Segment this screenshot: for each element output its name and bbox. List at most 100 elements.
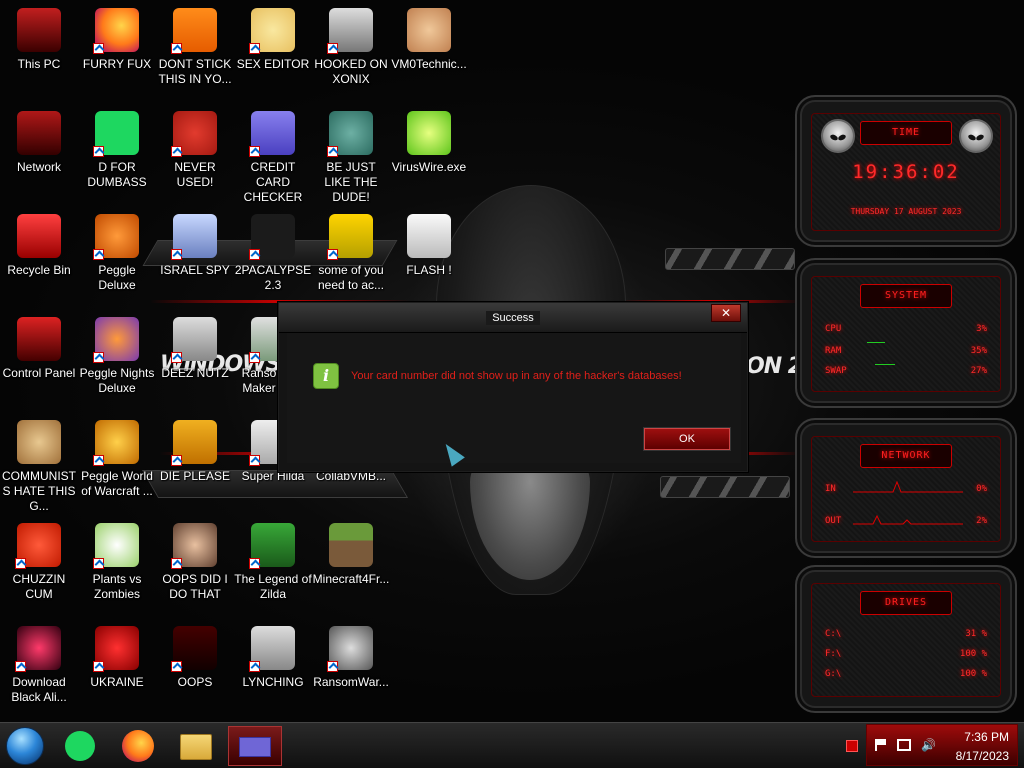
desktop-icon-vm0technic[interactable]: VM0Technic...	[390, 8, 468, 72]
desktop-icon-label: The Legend of Zilda	[234, 572, 312, 601]
zelda-icon	[249, 523, 295, 569]
desktop-icon-hooked-on-xonix[interactable]: HOOKED ON XONIX	[312, 8, 390, 87]
shortcut-arrow-icon	[93, 43, 104, 54]
desktop-icon-oops-did-i-do-that[interactable]: OOPS DID I DO THAT	[156, 523, 234, 602]
drive-g-value: 100 %	[959, 669, 987, 679]
desktop-icon-credit-card-checker[interactable]: CREDIT CARD CHECKER	[234, 111, 312, 205]
taskbar-explorer-button[interactable]	[174, 726, 218, 766]
desktop-icon-ransomwar[interactable]: RansomWar...	[312, 626, 390, 690]
shortcut-arrow-icon	[249, 661, 260, 672]
network-graph	[853, 480, 963, 525]
desktop-icon-plants-vs-zombies[interactable]: Plants vs Zombies	[78, 523, 156, 602]
alien-icon	[821, 119, 855, 153]
desktop-icon-chuzzin-cum[interactable]: CHUZZIN CUM	[0, 523, 78, 602]
desktop-icon-label: 2PACALYPSE 2.3	[234, 263, 312, 292]
peggle-icon	[93, 214, 139, 260]
desktop-icon-label: D FOR DUMBASS	[87, 160, 147, 189]
shortcut-arrow-icon	[327, 661, 338, 672]
shortcut-arrow-icon	[15, 661, 26, 672]
desktop-icon-furry-fux[interactable]: FURRY FUX	[78, 8, 156, 72]
ok-button[interactable]: OK	[643, 427, 731, 451]
clock-time[interactable]: 7:36 PM	[964, 730, 1009, 744]
desktop-icon-never-used[interactable]: NEVER USED!	[156, 111, 234, 190]
shortcut-arrow-icon	[93, 352, 104, 363]
desktop-icon-peggle-world-of-warcraft[interactable]: Peggle World of Warcraft ...	[78, 420, 156, 499]
desktop-icon-network[interactable]: Network	[0, 111, 78, 175]
dialog-close-button[interactable]: ✕	[711, 304, 741, 322]
wallpaper-stripes	[660, 476, 790, 498]
network-tray-icon[interactable]	[897, 739, 911, 751]
shortcut-arrow-icon	[93, 661, 104, 672]
flag-icon[interactable]	[875, 739, 887, 751]
desktop-icon-the-legend-of-zilda[interactable]: The Legend of Zilda	[234, 523, 312, 602]
peggle-wow-icon	[93, 420, 139, 466]
shortcut-arrow-icon	[249, 352, 260, 363]
rope-icon	[249, 626, 295, 672]
swap-value: 27%	[970, 366, 987, 376]
clock-date[interactable]: 8/17/2023	[956, 749, 1009, 763]
skull-icon	[327, 626, 373, 672]
copy-icon	[171, 317, 217, 363]
start-button[interactable]	[6, 727, 44, 765]
desktop-icon-label: VM0Technic...	[391, 57, 467, 71]
desktop-icon-flash[interactable]: FLASH !	[390, 214, 468, 278]
desktop-icon-die-please[interactable]: DIE PLEASE	[156, 420, 234, 484]
terminal-icon	[249, 214, 295, 260]
taskbar-spotify-button[interactable]	[58, 726, 102, 766]
cpu-row: CPU 3%	[825, 324, 987, 336]
notification-icon[interactable]	[846, 740, 858, 752]
desktop-icon-label: OOPS DID I DO THAT	[162, 572, 228, 601]
dev-cpp-icon	[171, 111, 217, 157]
desktop-icon-label: LYNCHING	[242, 675, 304, 689]
firefox-icon	[122, 730, 154, 762]
desktop-icon-viruswire-exe[interactable]: VirusWire.exe	[390, 111, 468, 175]
volume-icon[interactable]: 🔊	[921, 738, 936, 752]
shortcut-arrow-icon	[171, 43, 182, 54]
desktop-icon-peggle-deluxe[interactable]: Peggle Deluxe	[78, 214, 156, 293]
drive-c-row: C:\ 31 %	[825, 629, 987, 641]
dialog-titlebar[interactable]: Success ✕	[279, 303, 747, 333]
shortcut-arrow-icon	[249, 249, 260, 260]
minecraft-icon	[329, 523, 373, 567]
desktop-icon-label: UKRAINE	[90, 675, 144, 689]
desktop-icon-deez-nutz[interactable]: DEEZ NUTZ	[156, 317, 234, 381]
firefox-icon	[93, 8, 139, 54]
black-alien-icon	[15, 626, 61, 672]
control-panel-icon	[17, 317, 61, 361]
cpu-value: 3%	[976, 324, 987, 334]
portrait-icon	[171, 523, 217, 569]
desktop-icon-ukraine[interactable]: UKRAINE	[78, 626, 156, 690]
drive-c-label: C:\	[825, 629, 842, 639]
desktop-icon-peggle-nights-deluxe[interactable]: Peggle Nights Deluxe	[78, 317, 156, 396]
lime-icon	[407, 111, 451, 155]
desktop-icon-label: FURRY FUX	[82, 57, 152, 71]
desktop-icon-this-pc[interactable]: This PC	[0, 8, 78, 72]
desktop-icon-dont-stick-this-in-yo[interactable]: DONT STICK THIS IN YO...	[156, 8, 234, 87]
desktop-icon-download-black-ali[interactable]: Download Black Ali...	[0, 626, 78, 705]
desktop-icon-lynching[interactable]: LYNCHING	[234, 626, 312, 690]
desktop-icon-2pacalypse-2-3[interactable]: 2PACALYPSE 2.3	[234, 214, 312, 293]
taskbar-firefox-button[interactable]	[116, 726, 160, 766]
drive-f-value: 100 %	[959, 649, 987, 659]
taskbar-credit-card-button[interactable]	[228, 726, 282, 766]
desktop-icon-communists-hate-this-g[interactable]: COMMUNISTS HATE THIS G...	[0, 420, 78, 514]
net-in-value: 0%	[976, 484, 987, 494]
alien-icon	[959, 119, 993, 153]
desktop-icon-oops[interactable]: OOPS	[156, 626, 234, 690]
desktop-icon-sex-editor[interactable]: SEX EDITOR	[234, 8, 312, 72]
desktop-icon-minecraft4fr[interactable]: Minecraft4Fr...	[312, 523, 390, 587]
desktop-icon-some-of-you-need-to-ac[interactable]: some of you need to ac...	[312, 214, 390, 293]
drive-g-label: G:\	[825, 669, 842, 679]
de-icon	[171, 420, 217, 466]
dialog-body: i Your card number did not show up in an…	[287, 333, 741, 463]
widget-date: THURSDAY 17 AUGUST 2023	[850, 207, 962, 216]
net-out-value: 2%	[976, 516, 987, 526]
desktop-icon-israel-spy[interactable]: ISRAEL SPY	[156, 214, 234, 278]
desktop-icon-be-just-like-the-dude[interactable]: BE JUST LIKE THE DUDE!	[312, 111, 390, 205]
desktop-icon-d-for-dumbass[interactable]: D FOR DUMBASS	[78, 111, 156, 190]
desktop-icon-control-panel[interactable]: Control Panel	[0, 317, 78, 381]
cartoon-face-icon	[249, 8, 295, 54]
shortcut-arrow-icon	[327, 249, 338, 260]
desktop-icon-recycle-bin[interactable]: Recycle Bin	[0, 214, 78, 278]
desktop-icon-label: OOPS	[177, 675, 213, 689]
